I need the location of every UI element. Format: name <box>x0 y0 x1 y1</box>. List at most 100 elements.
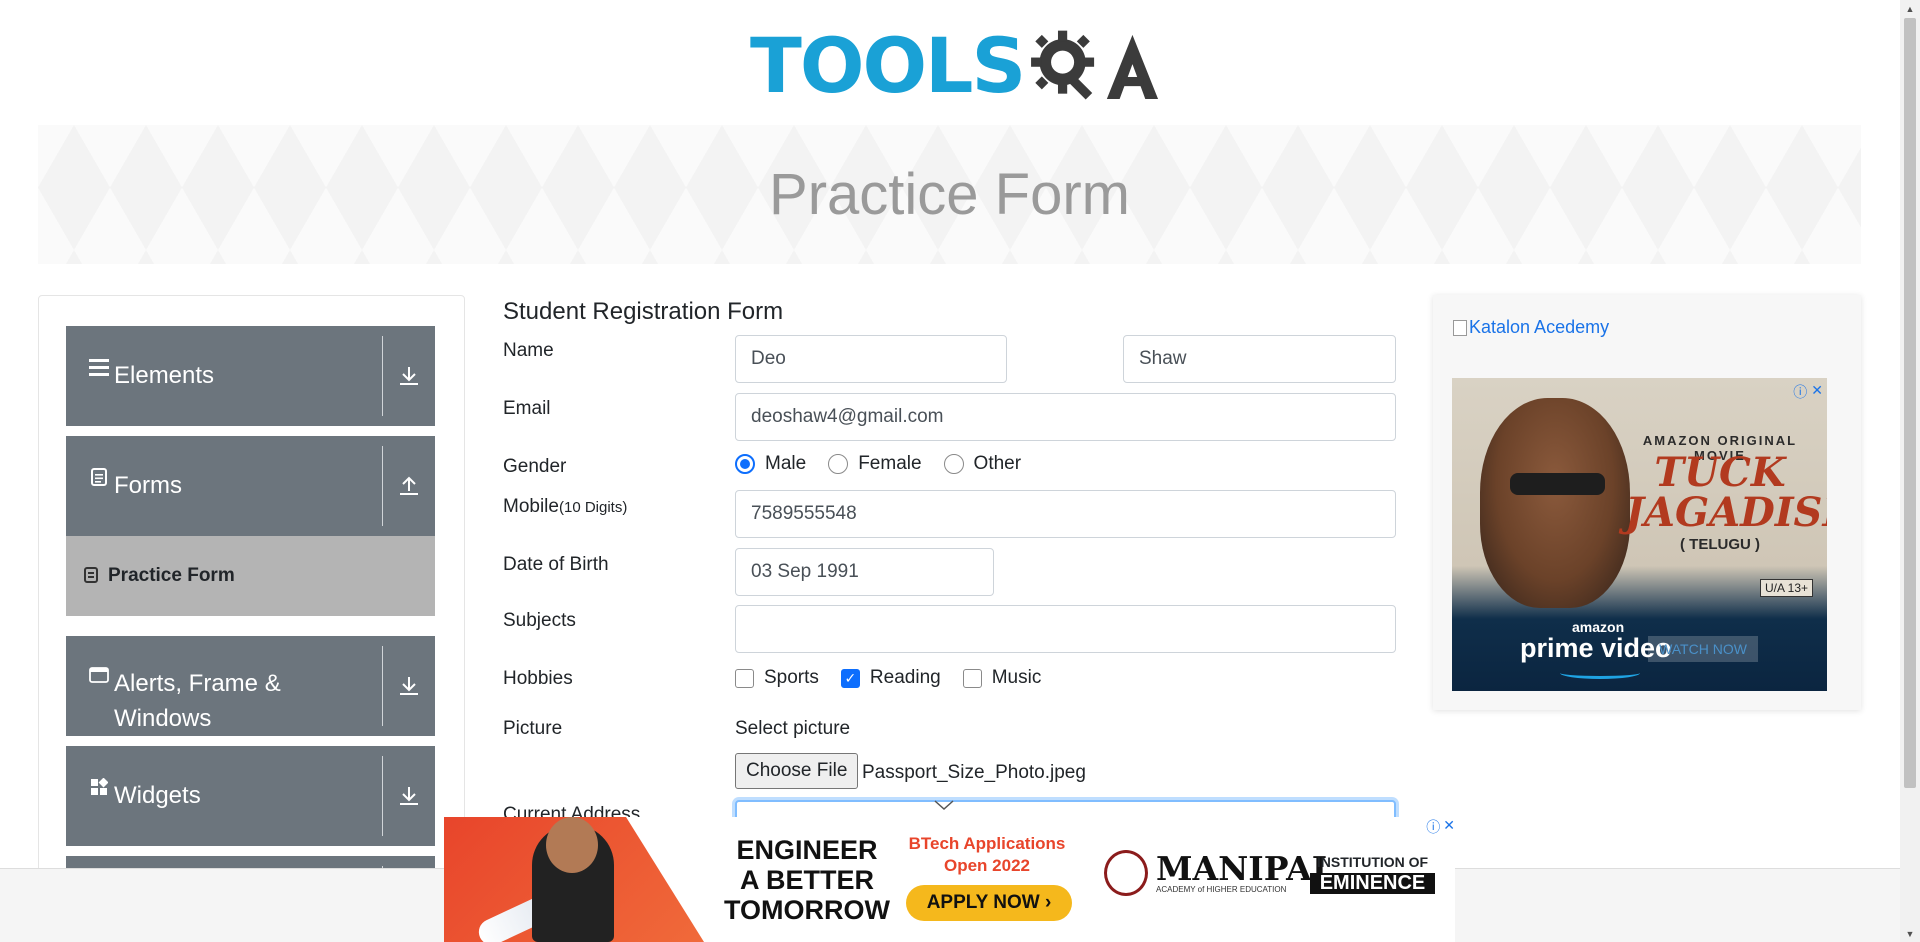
sidebar-group-widgets[interactable]: Widgets <box>66 746 435 846</box>
hobby-option-label: Music <box>991 667 1042 688</box>
radio-button[interactable] <box>943 454 964 474</box>
sidebar: Elements Forms Practice Form Alerts, Fra… <box>38 295 465 942</box>
hobby-option-music[interactable]: Music <box>962 667 1042 689</box>
crest-icon <box>1104 850 1148 896</box>
ad-info-icon[interactable]: ⓘ <box>1793 382 1807 402</box>
gender-option-label: Other <box>973 453 1022 474</box>
gender-radio-group: Male Female Other <box>735 453 1043 475</box>
upload-icon[interactable] <box>383 436 435 536</box>
first-name-input[interactable]: Deo <box>735 335 1007 383</box>
broken-image-alt: Katalon Acedemy <box>1469 317 1610 337</box>
watch-now-button[interactable]: WATCH NOW <box>1648 636 1758 662</box>
ad-close-icon[interactable]: ✕ <box>1443 817 1455 837</box>
manipal-name: MANIPAL <box>1156 848 1335 888</box>
checkbox[interactable] <box>735 668 754 688</box>
ad-headline: ENGINEER A BETTER TOMORROW <box>717 835 897 925</box>
actor-image <box>1480 398 1630 608</box>
subjects-input[interactable] <box>735 605 1396 653</box>
sidebar-group-label-wrap: Alerts, Frame & Windows <box>114 666 281 736</box>
sidebar-group-label: Widgets <box>114 782 201 809</box>
name-label: Name <box>503 340 554 361</box>
sidebar-item-label: Practice Form <box>108 565 235 586</box>
amazon-smile-icon <box>1560 667 1640 679</box>
movie-title: TUCK JAGADISH <box>1625 449 1827 536</box>
vertical-scrollbar[interactable]: ▲ ▼ <box>1900 0 1920 942</box>
widgets-icon <box>86 778 112 796</box>
apply-now-button[interactable]: APPLY NOW › <box>906 885 1072 921</box>
date-of-birth-input[interactable]: 03 Sep 1991 <box>735 548 994 596</box>
scroll-down-icon[interactable]: ▼ <box>1900 925 1920 942</box>
movie-title-line1: TUCK <box>1654 449 1786 496</box>
ad-headline-line3: TOMORROW <box>724 895 890 925</box>
ad-headline-line2: A BETTER <box>740 865 874 895</box>
last-name-input[interactable]: Shaw <box>1123 335 1396 383</box>
checkbox[interactable]: ✓ <box>840 668 860 688</box>
logo-a-glyph <box>1106 34 1159 99</box>
group-title: Widgets <box>86 778 201 813</box>
download-icon[interactable] <box>383 636 435 736</box>
sidebar-group-alerts[interactable]: Alerts, Frame & Windows <box>66 636 435 736</box>
sunglasses-shape <box>1510 473 1605 495</box>
ad-controls: ⓘ ✕ <box>1793 382 1823 402</box>
hamburger-icon <box>86 358 112 376</box>
logo-tools-text: TOOLS <box>750 21 1026 110</box>
checkbox[interactable] <box>962 668 982 688</box>
sidebar-group-label: Alerts, Frame & <box>114 670 281 697</box>
ad-btech-text: BTech Applications Open 2022 <box>902 833 1072 877</box>
sidebar-group-label-line2: Windows <box>114 705 212 732</box>
hobby-option-label: Reading <box>869 667 941 688</box>
hobby-option-label: Sports <box>764 667 819 688</box>
form-title: Student Registration Form <box>503 298 784 325</box>
scrollbar-thumb[interactable] <box>1904 18 1916 788</box>
page-title: Practice Form <box>769 162 1130 227</box>
page: TOOLS QA Practice Form <box>0 0 1920 942</box>
hobbies-label: Hobbies <box>503 668 573 689</box>
sidebar-group-label: Forms <box>114 472 182 499</box>
right-ad-panel: Katalon Acedemy AMAZON ORIGINAL MOVIE TU… <box>1433 295 1861 710</box>
download-icon[interactable] <box>383 746 435 846</box>
rating-badge: U/A 13+ <box>1759 579 1813 597</box>
ad-info-icon[interactable]: ⓘ <box>1426 817 1440 837</box>
ad-close-icon[interactable]: ✕ <box>1811 382 1823 402</box>
selected-file-name: Passport_Size_Photo.jpeg <box>862 762 1086 783</box>
page-banner: Practice Form <box>38 125 1861 264</box>
group-title: Forms <box>86 468 182 503</box>
institution-line1: INSTITUTION OF <box>1316 854 1429 870</box>
movie-ad[interactable]: AMAZON ORIGINAL MOVIE TUCK JAGADISH ( TE… <box>1452 378 1827 691</box>
gender-label: Gender <box>503 456 567 477</box>
person-head <box>546 817 598 873</box>
movie-title-line2: JAGADISH <box>1625 489 1827 536</box>
sidebar-group-elements[interactable]: Elements <box>66 326 435 426</box>
sidebar-group-label: Elements <box>114 362 215 389</box>
manipal-text: MANIPAL ACADEMY of HIGHER EDUCATION <box>1156 848 1335 894</box>
form-icon <box>84 566 98 586</box>
sidebar-item-practice-form[interactable]: Practice Form <box>66 536 435 616</box>
picture-label: Picture <box>503 718 563 739</box>
radio-button[interactable] <box>735 454 755 474</box>
gender-option-male[interactable]: Male <box>735 453 806 475</box>
mobile-label: Mobile(10 Digits) <box>503 496 627 518</box>
dob-label: Date of Birth <box>503 554 609 575</box>
radio-button[interactable] <box>828 454 849 474</box>
gender-option-label: Female <box>858 453 922 474</box>
broken-image-link[interactable]: Katalon Acedemy <box>1453 317 1609 338</box>
gear-icon <box>1031 30 1095 100</box>
select-picture-label: Select picture <box>735 718 851 739</box>
choose-file-button[interactable]: Choose File <box>735 753 859 789</box>
gender-option-other[interactable]: Other <box>943 453 1022 475</box>
group-title: Alerts, Frame & Windows <box>86 666 281 736</box>
bottom-ad-banner[interactable]: ENGINEER A BETTER TOMORROW BTech Applica… <box>444 817 1455 942</box>
subjects-label: Subjects <box>503 610 576 631</box>
ad-controls: ⓘ ✕ <box>1426 817 1455 837</box>
toolsqa-logo[interactable]: TOOLS QA <box>750 18 1160 114</box>
download-icon[interactable] <box>383 326 435 426</box>
hobby-option-reading[interactable]: ✓ Reading <box>840 667 941 689</box>
email-label: Email <box>503 398 551 419</box>
scroll-up-icon[interactable]: ▲ <box>1900 0 1920 17</box>
sidebar-group-forms[interactable]: Forms <box>66 436 435 536</box>
gender-option-female[interactable]: Female <box>828 453 922 475</box>
ad-btech-line2: Open 2022 <box>944 856 1030 875</box>
mobile-input[interactable]: 7589555548 <box>735 490 1396 538</box>
email-input[interactable]: deoshaw4@gmail.com <box>735 393 1396 441</box>
hobby-option-sports[interactable]: Sports <box>735 667 819 689</box>
